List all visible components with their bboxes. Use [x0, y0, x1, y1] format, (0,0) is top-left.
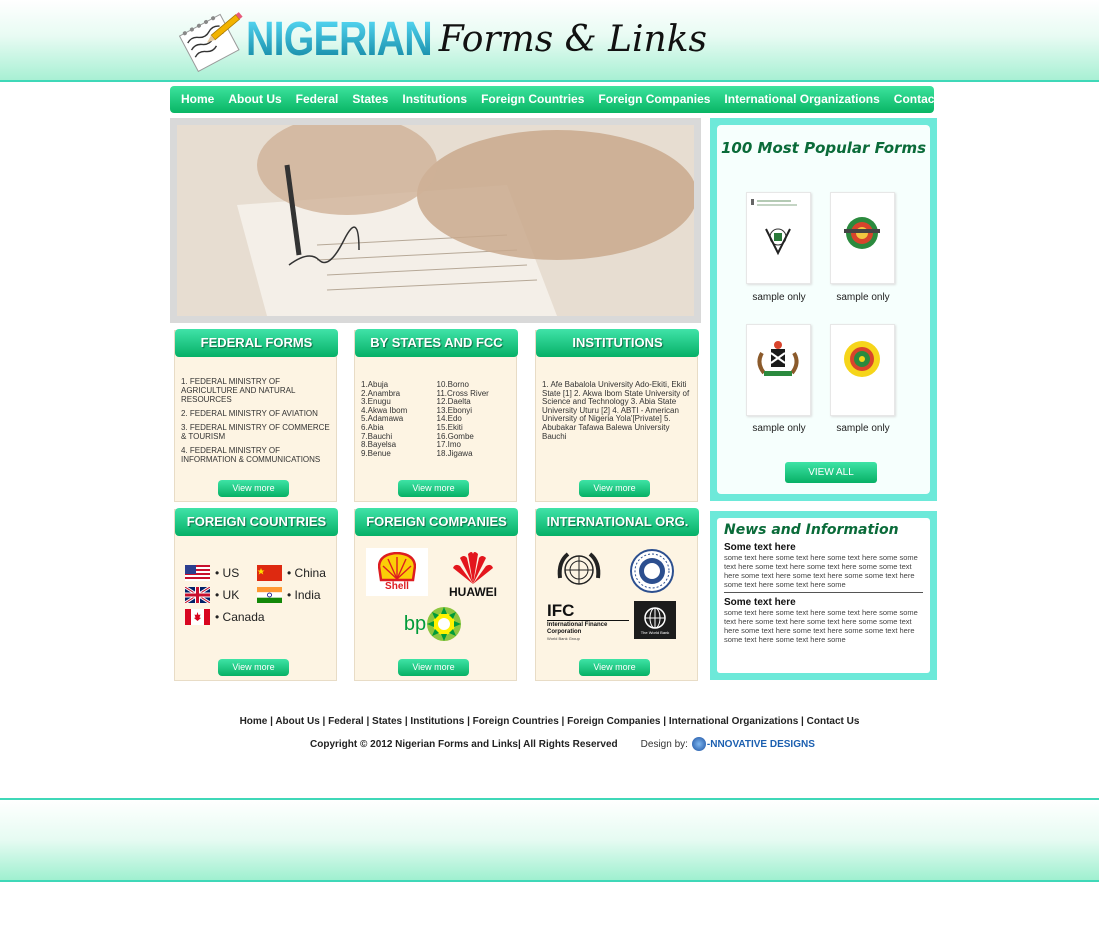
form-thumbnail[interactable] [746, 192, 811, 284]
country-china[interactable]: • China [287, 566, 326, 580]
states-column-1: 1.Abuja 2.Anambra 3.Enugu 4.Akwa Ibom 5.Adam… [361, 380, 437, 459]
copyright-text: Copyright © 2012 Nigerian Forms and Link… [310, 738, 618, 750]
institutions-title: INSTITUTIONS [536, 329, 699, 357]
view-more-button[interactable]: View more [579, 480, 650, 497]
logo-main-text: NIGERIAN [246, 12, 433, 66]
view-all-button[interactable]: VIEW ALL [785, 462, 877, 483]
nav-federal[interactable]: Federal [289, 86, 346, 113]
nav-states[interactable]: States [345, 86, 395, 113]
nav-home[interactable]: Home [174, 86, 221, 113]
view-more-button[interactable]: View more [398, 480, 469, 497]
bp-text: bp [403, 612, 427, 635]
design-label: Design by: [640, 738, 688, 750]
design-credit: Design by: -NNOVATIVE DESIGNS [641, 737, 815, 751]
foreign-countries-box: FOREIGN COUNTRIES • US • China • UK • In… [174, 508, 338, 681]
list-item[interactable]: 3. FEDERAL MINISTRY OF COMMERCE & TOURIS… [181, 423, 332, 441]
india-flag-icon [257, 587, 282, 603]
news-headline[interactable]: Some text here [724, 597, 923, 608]
imf-logo[interactable] [628, 547, 676, 595]
hero-banner [170, 118, 701, 323]
designer-logo[interactable]: -NNOVATIVE DESIGNS [691, 737, 815, 751]
states-title: BY STATES AND FCC [355, 329, 518, 357]
popular-forms-panel: 100 Most Popular Forms sample only sampl… [710, 118, 937, 501]
states-list: 1.Abuja 2.Anambra 3.Enugu 4.Akwa Ibom 5.Adam… [361, 380, 513, 459]
footer-band [0, 798, 1099, 882]
hero-signing-image [177, 125, 694, 316]
nav-institutions[interactable]: Institutions [395, 86, 474, 113]
countries-list: • US • China • UK • India • Canada [185, 565, 326, 631]
states-box: BY STATES AND FCC 1.Abuja 2.Anambra 3.Enug… [354, 329, 518, 502]
ifc-text: IFC [547, 600, 575, 620]
world-bank-text: The World Bank [640, 629, 670, 635]
nav-international-organizations[interactable]: International Organizations [717, 86, 886, 113]
list-item[interactable]: 4. FEDERAL MINISTRY OF INFORMATION & COM… [181, 446, 332, 464]
country-canada[interactable]: • Canada [215, 610, 265, 624]
federal-forms-list: 1. FEDERAL MINISTRY OF AGRICULTURE AND N… [181, 377, 332, 469]
ifc-logo[interactable]: IFC International Finance Corporation Wo… [547, 600, 629, 642]
huawei-logo[interactable]: HUAWEI [443, 546, 503, 602]
nav-foreign-countries[interactable]: Foreign Countries [474, 86, 591, 113]
federal-forms-title: FEDERAL FORMS [175, 329, 338, 357]
site-logo[interactable]: NIGERIAN Forms & Links [176, 6, 708, 73]
form-thumbnail[interactable] [830, 192, 895, 284]
form-thumbnail[interactable] [746, 324, 811, 416]
federal-forms-box: FEDERAL FORMS 1. FEDERAL MINISTRY OF AGR… [174, 329, 338, 502]
country-india[interactable]: • India [287, 588, 321, 602]
list-item[interactable]: 1. FEDERAL MINISTRY OF AGRICULTURE AND N… [181, 377, 332, 404]
bp-logo[interactable]: bp [397, 602, 469, 646]
form-caption: sample only [836, 423, 890, 434]
canada-flag-icon [185, 609, 210, 625]
main-nav: Home About Us Federal States Institution… [170, 86, 957, 113]
form-caption: sample only [836, 292, 890, 303]
globe-icon [691, 737, 706, 751]
ifc-group-text: World Bank Group [547, 635, 580, 641]
uk-flag-icon [185, 587, 210, 603]
form-caption: sample only [752, 423, 806, 434]
view-more-button[interactable]: View more [398, 659, 469, 676]
logo-script-text: Forms & Links [438, 18, 708, 60]
nav-foreign-companies[interactable]: Foreign Companies [591, 86, 717, 113]
footer-links[interactable]: Home | About Us | Federal | States | Ins… [0, 716, 1099, 727]
country-uk[interactable]: • UK [215, 588, 257, 602]
notepad-pencil-icon [176, 8, 246, 73]
shell-text: Shell [385, 581, 409, 592]
us-flag-icon [185, 565, 210, 581]
international-org-box: INTERNATIONAL ORG. IFC International Fin… [535, 508, 699, 681]
form-caption: sample only [752, 292, 806, 303]
country-us[interactable]: • US [215, 566, 257, 580]
international-org-title: INTERNATIONAL ORG. [536, 508, 699, 536]
states-column-2: 10.Borno 11.Cross River 12.Daelta 13.Ebonyi… [437, 380, 513, 459]
news-body: some text here some text here some text … [724, 553, 918, 589]
world-bank-logo[interactable]: The World Bank [634, 601, 676, 639]
popular-forms-title: 100 Most Popular Forms [720, 139, 927, 157]
view-more-button[interactable]: View more [579, 659, 650, 676]
news-body: some text here some text here some text … [724, 608, 918, 644]
ifc-subtext: International Finance Corporation [547, 619, 629, 636]
institutions-list[interactable]: 1. Afe Babalola University Ado-Ekiti, Ek… [542, 380, 693, 441]
state-link[interactable]: 18.Jigawa [437, 449, 513, 459]
shell-logo[interactable]: Shell [366, 548, 428, 596]
nav-about-us[interactable]: About Us [221, 86, 288, 113]
news-panel: News and Information Some text here some… [710, 511, 937, 680]
news-title: News and Information [724, 522, 899, 538]
view-more-button[interactable]: View more [218, 659, 289, 676]
foreign-companies-title: FOREIGN COMPANIES [355, 508, 518, 536]
un-logo[interactable] [553, 547, 605, 593]
news-headline[interactable]: Some text here [724, 542, 923, 553]
foreign-companies-box: FOREIGN COMPANIES Shell HUAWEI bp View m… [354, 508, 518, 681]
form-thumbnail[interactable] [830, 324, 895, 416]
view-more-button[interactable]: View more [218, 480, 289, 497]
news-divider [724, 592, 923, 593]
state-link[interactable]: 9.Benue [361, 449, 437, 459]
nav-contact-us[interactable]: Contact Us [887, 86, 964, 113]
designer-name: -NNOVATIVE DESIGNS [706, 738, 815, 750]
footer-copyright-row: Copyright © 2012 Nigerian Forms and Link… [310, 737, 815, 751]
china-flag-icon [257, 565, 282, 581]
list-item[interactable]: 2. FEDERAL MINISTRY OF AVIATION [181, 409, 332, 418]
foreign-countries-title: FOREIGN COUNTRIES [175, 508, 338, 536]
huawei-text: HUAWEI [449, 585, 497, 599]
institutions-box: INSTITUTIONS 1. Afe Babalola University … [535, 329, 699, 502]
